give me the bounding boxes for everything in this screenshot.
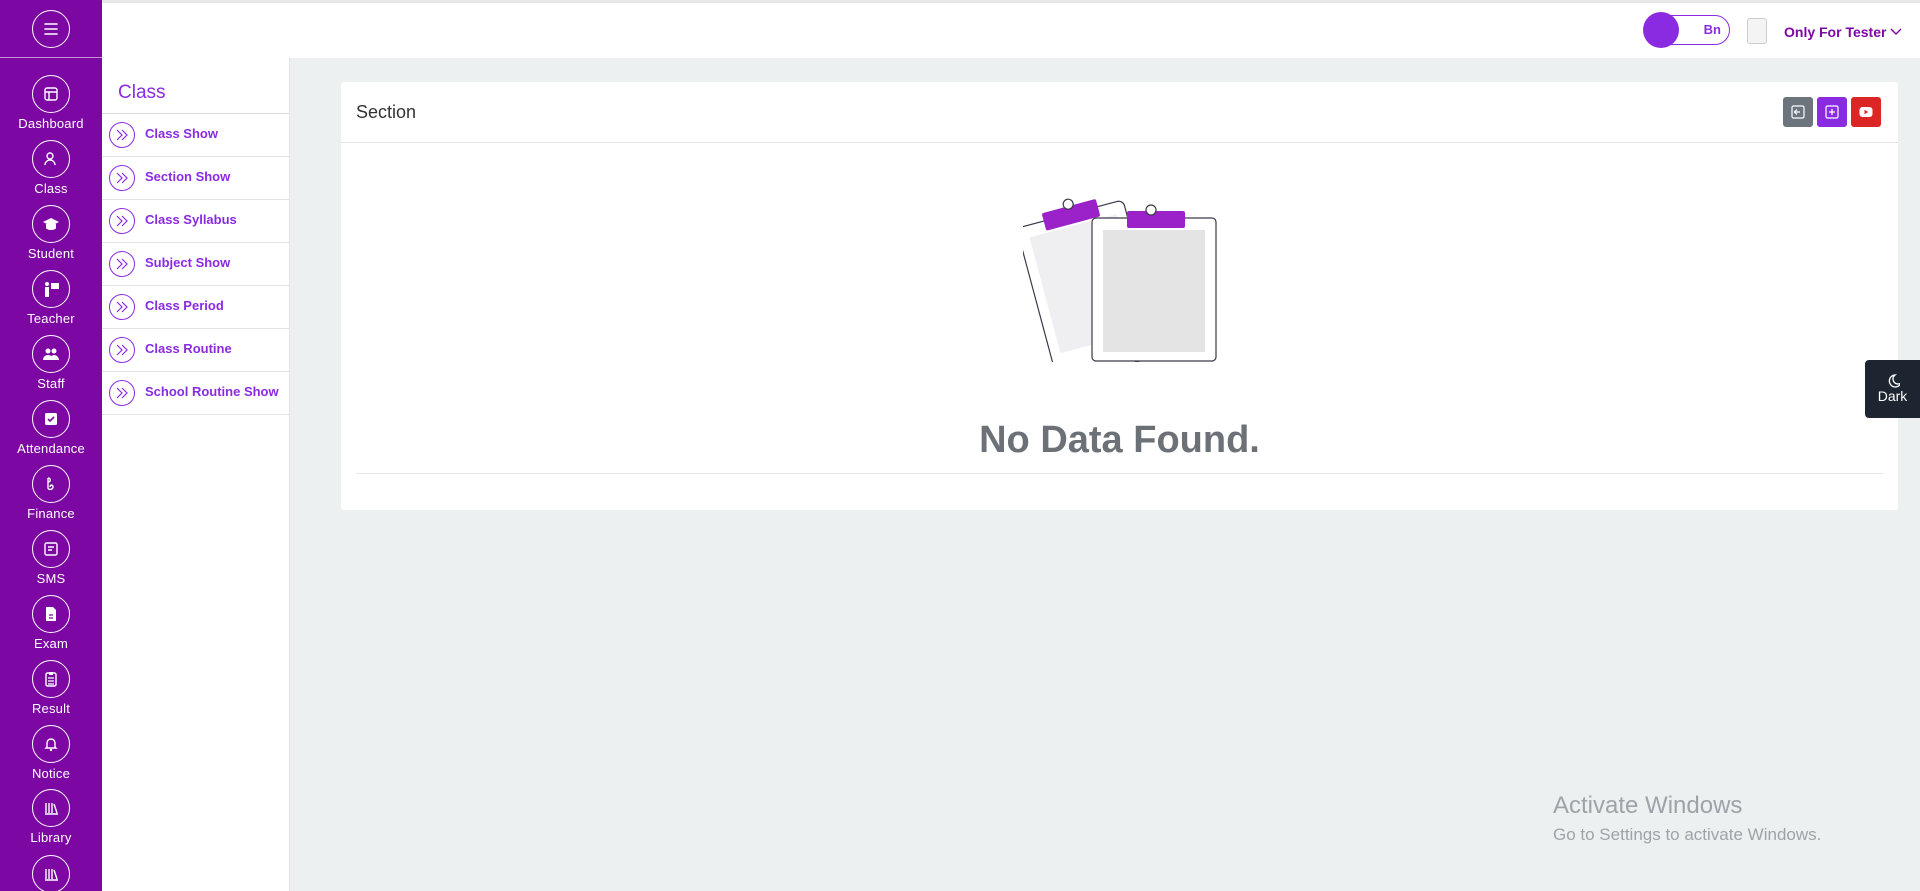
sidebar-item-label: Class xyxy=(34,181,68,196)
empty-clipboard-illustration xyxy=(1023,198,1217,362)
language-label: Bn xyxy=(1703,22,1721,37)
moon-icon xyxy=(1888,374,1900,388)
sidebar-item-finance[interactable]: Finance xyxy=(0,465,102,521)
double-chevron-right-icon xyxy=(109,294,135,320)
empty-state-message: No Data Found. xyxy=(979,419,1260,461)
dark-mode-toggle[interactable]: Dark xyxy=(1865,360,1920,418)
youtube-icon xyxy=(1859,107,1873,117)
dark-mode-label: Dark xyxy=(1877,388,1908,404)
submenu-title: Class xyxy=(102,58,289,114)
sidebar-item-staff[interactable]: Staff xyxy=(0,335,102,391)
submenu-item-label: Class Routine xyxy=(145,341,232,356)
submenu-item-subject-show[interactable]: Subject Show xyxy=(102,243,289,286)
submenu-item-label: Section Show xyxy=(145,169,231,184)
class-icon xyxy=(44,152,56,166)
sidebar-item-label: Attendance xyxy=(17,441,85,456)
submenu-item-label: School Routine Show xyxy=(145,384,279,399)
chevron-down-icon xyxy=(1890,28,1902,35)
submenu-item-class-syllabus[interactable]: Class Syllabus xyxy=(102,200,289,243)
toggle-knob xyxy=(1643,12,1679,48)
submenu-item-label: Class Period xyxy=(145,298,224,313)
sidebar-item-attendance[interactable]: Attendance xyxy=(0,400,102,456)
submenu-item-label: Subject Show xyxy=(145,255,231,270)
double-chevron-right-icon xyxy=(109,251,135,277)
top-bar: Bn Only For Tester xyxy=(102,0,1920,58)
teacher-icon xyxy=(45,282,59,297)
submenu-item-school-routine-show[interactable]: School Routine Show xyxy=(102,372,289,415)
sidebar-item-label: Result xyxy=(31,701,71,716)
sidebar-item-library[interactable]: Library xyxy=(0,789,102,845)
double-chevron-right-icon xyxy=(109,165,135,191)
sidebar-item-sms[interactable]: SMS xyxy=(0,530,102,586)
sidebar-item-label: Finance xyxy=(27,506,75,521)
library-icon xyxy=(45,803,58,815)
menu-toggle-button[interactable] xyxy=(32,9,70,48)
submenu-item-class-period[interactable]: Class Period xyxy=(102,286,289,329)
double-chevron-right-icon xyxy=(109,337,135,363)
sidebar-item-teacher[interactable]: Teacher xyxy=(0,270,102,326)
sidebar-item-label: Exam xyxy=(33,636,69,651)
library-icon xyxy=(45,869,58,881)
sidebar-header xyxy=(0,0,102,58)
activation-watermark-subtitle: Go to Settings to activate Windows. xyxy=(1553,825,1822,844)
submenu-item-class-show[interactable]: Class Show xyxy=(102,114,289,157)
main-sidebar: Dashboard Class Student Teacher Staff At… xyxy=(0,0,102,891)
notice-icon xyxy=(44,738,58,752)
add-icon xyxy=(1825,105,1839,119)
class-submenu: Class Class Show Section Show Class Syll… xyxy=(102,58,290,891)
submenu-item-label: Class Syllabus xyxy=(145,212,237,227)
sidebar-item-label: Dashboard xyxy=(18,116,84,131)
user-menu[interactable]: Only For Tester xyxy=(1784,24,1902,40)
result-icon xyxy=(45,672,57,687)
double-chevron-right-icon xyxy=(109,122,135,148)
add-button[interactable] xyxy=(1817,97,1847,127)
language-toggle[interactable]: Bn xyxy=(1643,12,1730,48)
sidebar-item-label: Notice xyxy=(31,766,71,781)
double-chevron-right-icon xyxy=(109,208,135,234)
student-icon xyxy=(43,218,59,230)
sidebar-item-label: Teacher xyxy=(27,311,75,326)
sidebar-item-result[interactable]: Result xyxy=(0,660,102,716)
back-icon xyxy=(1791,105,1805,119)
sidebar-item-notice[interactable]: Notice xyxy=(0,725,102,781)
sidebar-item-more[interactable] xyxy=(0,855,102,891)
staff-icon xyxy=(43,348,59,360)
sidebar-item-label: SMS xyxy=(36,571,66,586)
sidebar-item-label: Student xyxy=(27,246,75,261)
submenu-item-class-routine[interactable]: Class Routine xyxy=(102,329,289,372)
user-name: Only For Tester xyxy=(1784,24,1887,40)
avatar[interactable] xyxy=(1747,18,1767,44)
card-header: Section xyxy=(341,82,1898,143)
activation-watermark-title: Activate Windows xyxy=(1553,792,1743,819)
sidebar-item-exam[interactable]: Exam xyxy=(0,595,102,651)
sidebar-item-label: Staff xyxy=(37,376,65,391)
sidebar-item-dashboard[interactable]: Dashboard xyxy=(0,75,102,131)
exam-icon xyxy=(46,607,56,621)
sidebar-item-student[interactable]: Student xyxy=(0,205,102,261)
page-title: Section xyxy=(356,102,417,122)
submenu-item-label: Class Show xyxy=(145,126,218,141)
finance-icon xyxy=(47,477,54,491)
dashboard-icon xyxy=(44,87,58,101)
double-chevron-right-icon xyxy=(109,380,135,406)
attendance-icon xyxy=(45,413,57,425)
sidebar-item-class[interactable]: Class xyxy=(0,140,102,196)
section-card: Section No Data Found. xyxy=(341,82,1898,510)
hamburger-icon xyxy=(44,22,58,35)
video-tutorial-button[interactable] xyxy=(1851,97,1881,127)
back-button[interactable] xyxy=(1783,97,1813,127)
sidebar-item-label: Library xyxy=(30,830,72,845)
submenu-item-section-show[interactable]: Section Show xyxy=(102,157,289,200)
sms-icon xyxy=(44,542,58,556)
card-divider xyxy=(356,473,1883,474)
